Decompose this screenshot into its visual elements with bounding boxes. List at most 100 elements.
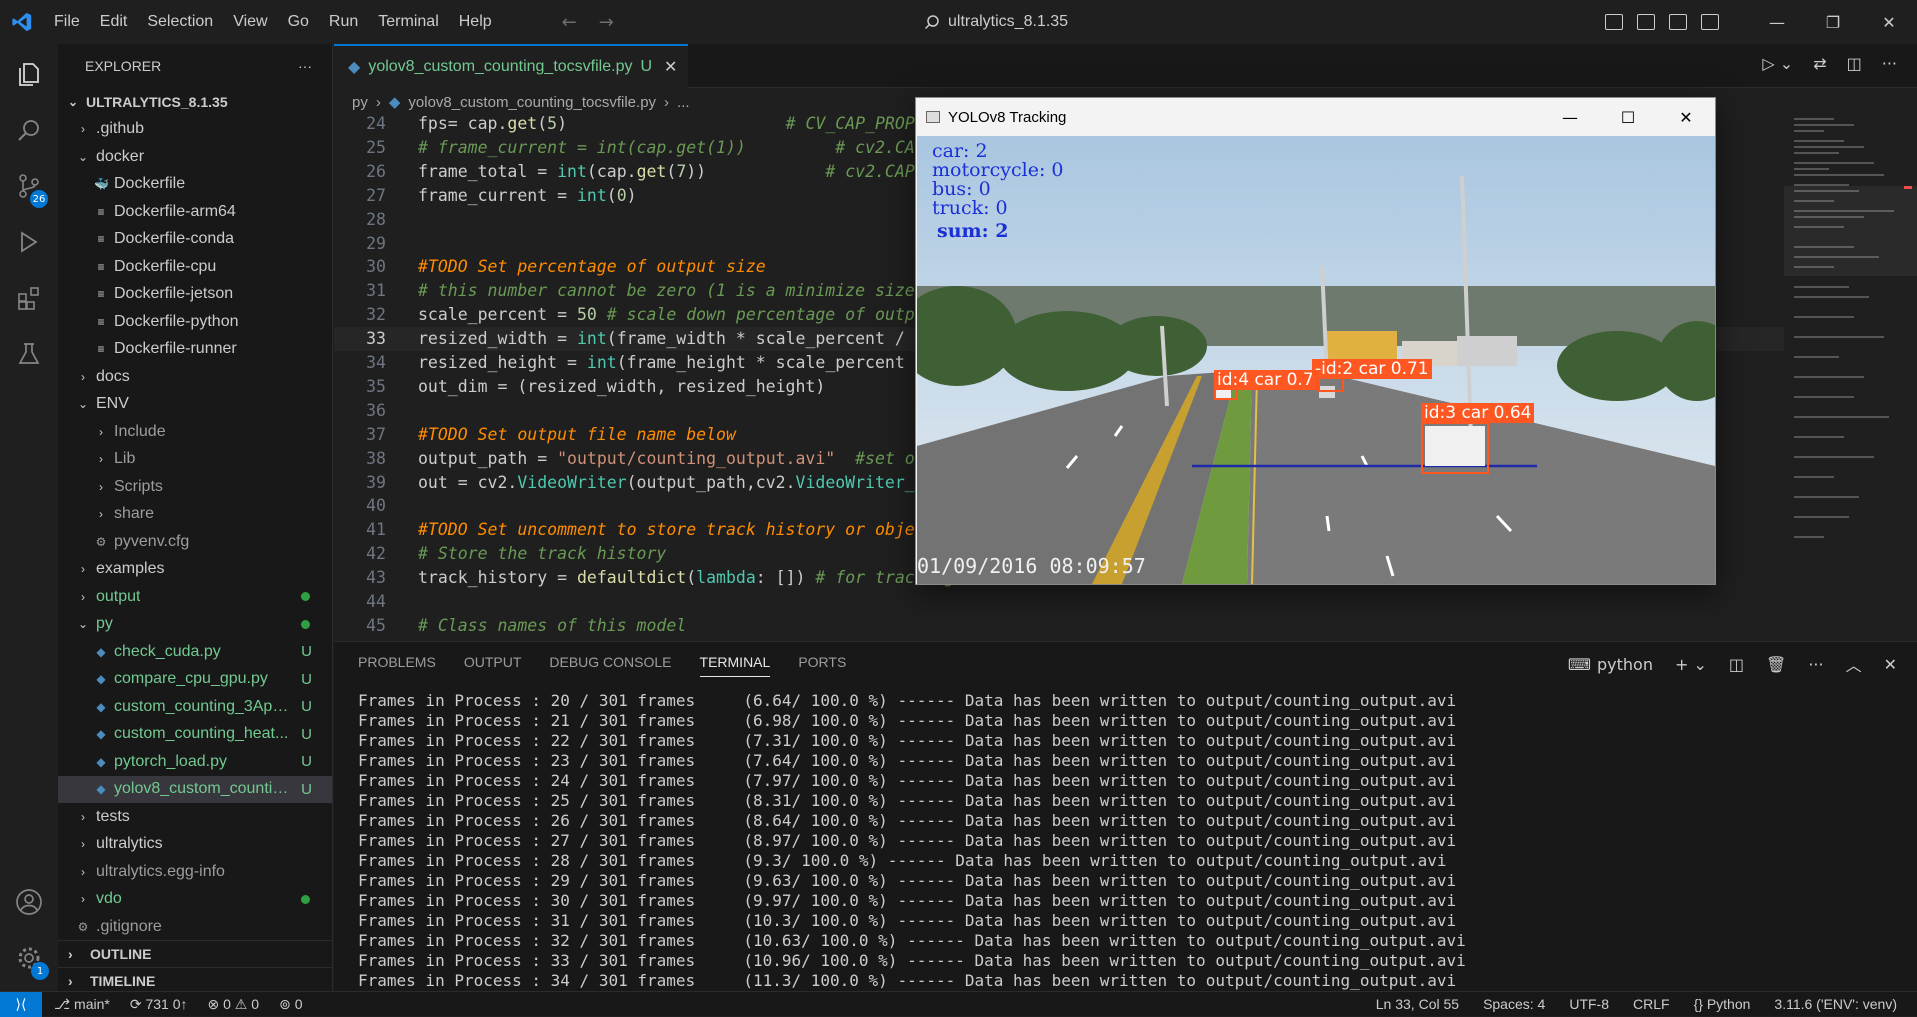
git-sync[interactable]: ⟳ 731 0↑: [130, 996, 188, 1013]
tab-output[interactable]: OUTPUT: [464, 654, 522, 677]
kill-terminal-icon[interactable]: 🗑: [1766, 655, 1786, 674]
folder-item[interactable]: ⌄ py: [58, 611, 332, 639]
menu-edit[interactable]: Edit: [90, 13, 138, 31]
menu-help[interactable]: Help: [449, 13, 502, 31]
yolo-minimize-button[interactable]: —: [1541, 98, 1599, 136]
folder-item[interactable]: › .github: [58, 116, 332, 144]
toggle-primary-sidebar-icon[interactable]: [1605, 14, 1623, 30]
encoding[interactable]: UTF-8: [1569, 996, 1609, 1012]
folder-item[interactable]: › Scripts: [58, 473, 332, 501]
folder-item[interactable]: ⌄ ENV: [58, 391, 332, 419]
ports-indicator[interactable]: ⊚ 0: [279, 996, 302, 1013]
tab-terminal[interactable]: TERMINAL: [699, 654, 771, 677]
menu-view[interactable]: View: [223, 13, 277, 31]
yolo-close-button[interactable]: ✕: [1657, 98, 1715, 136]
folder-item[interactable]: › share: [58, 501, 332, 529]
toggle-panel-icon[interactable]: [1637, 14, 1655, 30]
tab-yolov8-custom-counting[interactable]: ◆ yolov8_custom_counting_tocsvfile.py U …: [334, 44, 688, 88]
command-center-search[interactable]: ultralytics_8.1.35: [924, 8, 1304, 36]
folder-item[interactable]: › docs: [58, 363, 332, 391]
customize-layout-icon[interactable]: [1701, 14, 1719, 30]
source-control-icon[interactable]: 26: [0, 158, 58, 214]
new-terminal-icon[interactable]: + ⌄: [1675, 655, 1707, 674]
menu-go[interactable]: Go: [278, 13, 319, 31]
file-item[interactable]: ≡ Dockerfile-conda: [58, 226, 332, 254]
yolo-tracking-window[interactable]: YOLOv8 Tracking — ☐ ✕ car: 2 motorcycle:…: [915, 97, 1716, 585]
close-panel-icon[interactable]: ✕: [1884, 655, 1897, 674]
tab-debug-console[interactable]: DEBUG CONSOLE: [549, 654, 671, 677]
problems-indicator[interactable]: ⊗ 0 ⚠ 0: [208, 996, 260, 1013]
language-mode[interactable]: {} Python: [1694, 996, 1751, 1012]
close-button[interactable]: ✕: [1861, 0, 1917, 44]
breadcrumb-more[interactable]: ...: [677, 94, 690, 111]
file-item[interactable]: ≡ Dockerfile-jetson: [58, 281, 332, 309]
end-of-line[interactable]: CRLF: [1633, 996, 1670, 1012]
cursor-position[interactable]: Ln 33, Col 55: [1376, 996, 1459, 1012]
folder-item[interactable]: › Include: [58, 418, 332, 446]
tab-ports[interactable]: PORTS: [798, 654, 846, 677]
folder-item[interactable]: › ultralytics: [58, 831, 332, 859]
folder-item[interactable]: › output: [58, 583, 332, 611]
file-item[interactable]: ≡ Dockerfile-runner: [58, 336, 332, 364]
folder-item[interactable]: › tests: [58, 803, 332, 831]
file-item[interactable]: ≡ Dockerfile-cpu: [58, 253, 332, 281]
run-debug-icon[interactable]: [0, 214, 58, 270]
back-arrow-icon[interactable]: ←: [562, 12, 577, 33]
outline-section[interactable]: › OUTLINE: [58, 940, 333, 967]
file-item[interactable]: ⚙ .gitignore: [58, 913, 332, 941]
file-item[interactable]: ◆ yolov8_custom_countin... U: [58, 775, 332, 803]
folder-item[interactable]: › examples: [58, 556, 332, 584]
search-icon[interactable]: [0, 102, 58, 158]
manage-gear-icon[interactable]: 1: [0, 930, 58, 986]
timeline-section[interactable]: › TIMELINE: [58, 967, 333, 994]
tab-problems[interactable]: PROBLEMS: [358, 654, 436, 677]
folder-item[interactable]: › ultralytics.egg-info: [58, 858, 332, 886]
run-file-icon[interactable]: ▷ ⌄: [1762, 54, 1793, 73]
minimap[interactable]: [1784, 116, 1917, 641]
terminal-shell-selector[interactable]: ⌨ python: [1568, 655, 1653, 674]
file-item[interactable]: ◆ compare_cpu_gpu.py U: [58, 666, 332, 694]
file-item[interactable]: ⚙ pyvenv.cfg: [58, 528, 332, 556]
menu-terminal[interactable]: Terminal: [368, 13, 448, 31]
more-actions-icon[interactable]: ···: [1882, 54, 1897, 73]
minimize-button[interactable]: —: [1749, 0, 1805, 44]
accounts-icon[interactable]: [0, 874, 58, 930]
file-item[interactable]: ◆ custom_counting_3App... U: [58, 693, 332, 721]
workspace-root[interactable]: ⌄ ULTRALYTICS_8.1.35: [58, 88, 332, 116]
extensions-icon[interactable]: [0, 270, 58, 326]
split-terminal-icon[interactable]: ◫: [1729, 655, 1744, 674]
compare-changes-icon[interactable]: ⇄: [1813, 54, 1826, 73]
testing-flask-icon[interactable]: [0, 326, 58, 382]
forward-arrow-icon[interactable]: →: [599, 12, 614, 33]
menu-selection[interactable]: Selection: [137, 13, 223, 31]
folder-item[interactable]: › vdo: [58, 886, 332, 914]
folder-item[interactable]: › Lib: [58, 446, 332, 474]
remote-indicator-icon[interactable]: ⟩⟨: [0, 991, 42, 1017]
restore-button[interactable]: ❐: [1805, 0, 1861, 44]
menu-run[interactable]: Run: [319, 13, 368, 31]
toggle-secondary-sidebar-icon[interactable]: [1669, 14, 1687, 30]
file-item[interactable]: ◆ check_cuda.py U: [58, 638, 332, 666]
file-item[interactable]: 🐳 Dockerfile: [58, 171, 332, 199]
split-editor-icon[interactable]: ◫: [1847, 54, 1862, 73]
maximize-panel-icon[interactable]: ︿: [1846, 652, 1862, 676]
indentation[interactable]: Spaces: 4: [1483, 996, 1545, 1012]
file-item[interactable]: ≡ Dockerfile-arm64: [58, 198, 332, 226]
menu-file[interactable]: File: [44, 13, 90, 31]
yolo-maximize-button[interactable]: ☐: [1599, 98, 1657, 136]
breadcrumb-file[interactable]: yolov8_custom_counting_tocsvfile.py: [408, 94, 656, 111]
git-branch[interactable]: ⎇ main*: [54, 996, 110, 1013]
code-line[interactable]: 44: [334, 590, 1784, 614]
close-tab-icon[interactable]: ✕: [664, 57, 677, 77]
file-item[interactable]: ◆ custom_counting_heat... U: [58, 721, 332, 749]
more-actions-icon[interactable]: ···: [298, 58, 312, 74]
terminal-output[interactable]: Frames in Process : 20 / 301 frames (6.6…: [358, 691, 1466, 991]
file-item[interactable]: ◆ pytorch_load.py U: [58, 748, 332, 776]
folder-item[interactable]: ⌄ docker: [58, 143, 332, 171]
breadcrumb-folder[interactable]: py: [352, 94, 368, 111]
file-item[interactable]: ≡ Dockerfile-python: [58, 308, 332, 336]
code-line[interactable]: 45 # Class names of this model: [334, 614, 1784, 638]
more-actions-icon[interactable]: ···: [1808, 655, 1823, 674]
python-interpreter[interactable]: 3.11.6 ('ENV': venv): [1774, 996, 1897, 1012]
explorer-icon[interactable]: [0, 46, 58, 102]
